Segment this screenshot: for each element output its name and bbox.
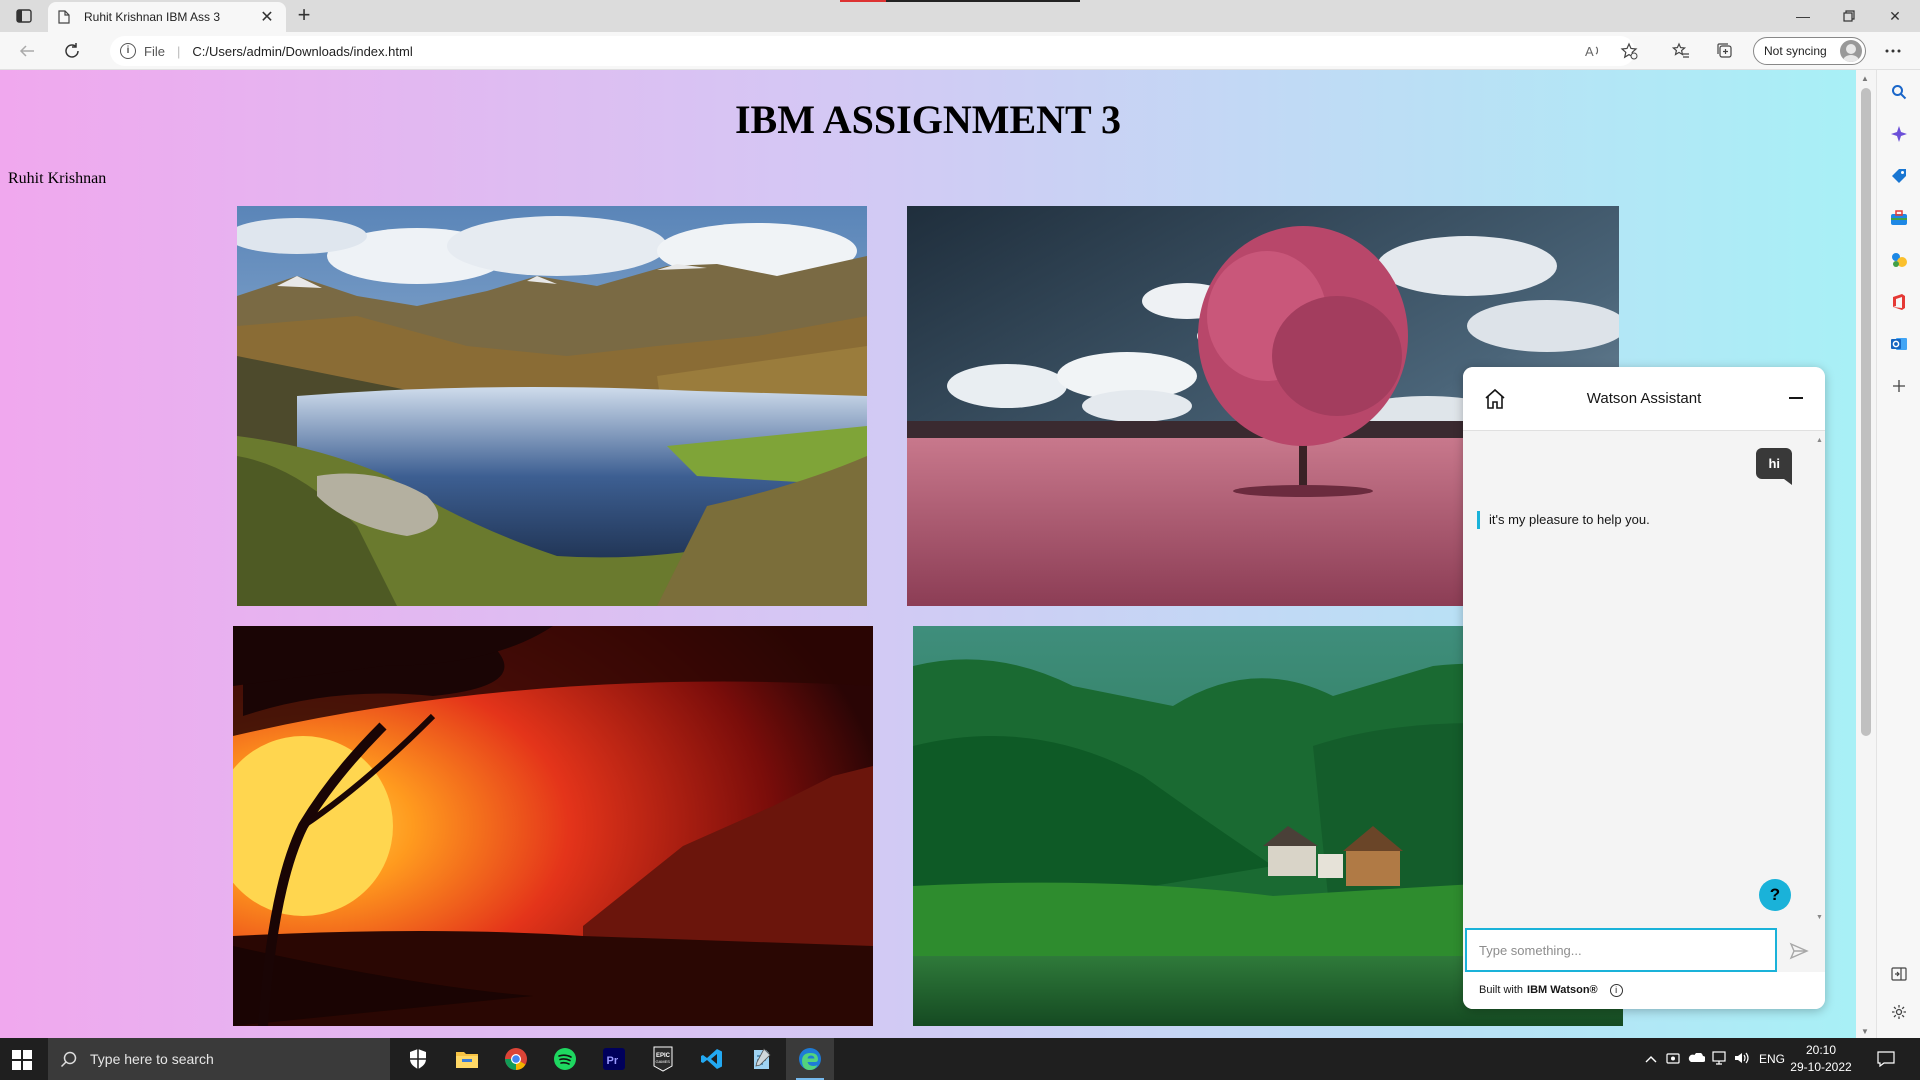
- chrome-icon[interactable]: [492, 1038, 540, 1080]
- author-name: Ruhit Krishnan: [8, 170, 107, 187]
- tab-actions-icon[interactable]: [10, 6, 38, 26]
- chat-title: Watson Assistant: [1586, 390, 1702, 407]
- mountain-lake-image: [237, 206, 867, 606]
- vscode-icon[interactable]: [688, 1038, 736, 1080]
- address-separator: |: [176, 43, 181, 59]
- spotify-icon[interactable]: [541, 1038, 589, 1080]
- back-button[interactable]: [12, 36, 42, 66]
- search-icon: [60, 1051, 77, 1068]
- close-tab-icon[interactable]: ✕: [258, 7, 276, 27]
- address-url: C:/Users/admin/Downloads/index.html: [192, 43, 413, 59]
- outlook-icon[interactable]: [1887, 332, 1911, 356]
- send-icon[interactable]: [1789, 941, 1809, 961]
- svg-text:Pr: Pr: [607, 1055, 619, 1067]
- close-window-icon[interactable]: ✕: [1872, 0, 1918, 32]
- clock-date: 29-10-2022: [1790, 1060, 1852, 1074]
- taskbar-search-box[interactable]: Type here to search: [48, 1038, 390, 1080]
- chat-scroll-down-icon[interactable]: ▼: [1816, 914, 1823, 921]
- taskbar: Type here to search Pr EPIC GAMES ENG 20…: [0, 1038, 1920, 1080]
- user-message: hi: [1756, 448, 1792, 485]
- sync-label: Not syncing: [1764, 44, 1827, 58]
- avatar: [1840, 40, 1862, 62]
- shopping-icon[interactable]: [1887, 164, 1911, 188]
- epic-games-icon[interactable]: EPIC GAMES: [639, 1038, 687, 1080]
- notepad-icon[interactable]: [737, 1038, 785, 1080]
- restore-window-icon[interactable]: [1826, 0, 1872, 32]
- security-icon[interactable]: [394, 1038, 442, 1080]
- profile-sync-button[interactable]: Not syncing: [1753, 37, 1866, 65]
- meet-now-icon[interactable]: [1662, 1051, 1684, 1068]
- page-scrollbar[interactable]: ▲ ▼: [1856, 70, 1876, 1038]
- scroll-up-arrow-icon[interactable]: ▲: [1861, 74, 1869, 83]
- svg-text:GAMES: GAMES: [656, 1059, 671, 1064]
- network-icon[interactable]: [1708, 1050, 1730, 1068]
- edge-sidebar: [1876, 70, 1920, 1038]
- new-tab-button[interactable]: +: [292, 4, 316, 28]
- edge-icon[interactable]: [786, 1038, 834, 1080]
- chat-scroll-up-icon[interactable]: ▲: [1816, 437, 1823, 444]
- windows-start-icon[interactable]: [12, 1050, 32, 1070]
- discover-icon[interactable]: [1887, 122, 1911, 146]
- chat-input-field[interactable]: [1465, 928, 1777, 972]
- scroll-down-arrow-icon[interactable]: ▼: [1861, 1027, 1869, 1036]
- hide-sidebar-icon[interactable]: [1887, 962, 1911, 986]
- favorites-icon[interactable]: [1666, 36, 1696, 66]
- notifications-icon[interactable]: [1864, 1038, 1908, 1080]
- browser-toolbar: i File | C:/Users/admin/Downloads/index.…: [0, 32, 1920, 70]
- address-bar[interactable]: i File | C:/Users/admin/Downloads/index.…: [110, 36, 1635, 66]
- add-favorite-icon[interactable]: [1614, 36, 1644, 66]
- page-title: IBM ASSIGNMENT 3: [734, 97, 1121, 142]
- collections-icon[interactable]: [1710, 36, 1740, 66]
- volume-icon[interactable]: [1730, 1051, 1754, 1068]
- more-options-icon[interactable]: [1878, 36, 1908, 66]
- address-prefix: File: [144, 43, 165, 59]
- scrollbar-thumb[interactable]: [1861, 88, 1871, 736]
- chat-messages: hi it's my pleasure to help you. ▲ ▼: [1463, 431, 1825, 925]
- site-info-icon[interactable]: i: [120, 43, 136, 59]
- minimize-chat-icon[interactable]: [1789, 397, 1803, 399]
- games-icon[interactable]: [1887, 248, 1911, 272]
- svg-text:A: A: [1585, 44, 1594, 59]
- chat-scrollbar[interactable]: ▲ ▼: [1816, 437, 1823, 921]
- refresh-button[interactable]: [57, 36, 87, 66]
- settings-gear-icon[interactable]: [1887, 1000, 1911, 1024]
- add-sidebar-icon[interactable]: [1887, 374, 1911, 398]
- clock-time: 20:10: [1805, 1043, 1837, 1057]
- tab-bar: Ruhit Krishnan IBM Ass 3 ✕ + — ✕: [0, 0, 1920, 32]
- footer-brand: IBM Watson®: [1527, 984, 1598, 996]
- info-icon[interactable]: i: [1609, 984, 1623, 997]
- minimize-window-icon[interactable]: —: [1780, 0, 1826, 32]
- loading-indicator: [840, 0, 1080, 2]
- tools-icon[interactable]: [1887, 206, 1911, 230]
- taskbar-clock[interactable]: 20:10 29-10-2022: [1786, 1042, 1856, 1076]
- bot-message: it's my pleasure to help you.: [1477, 511, 1650, 529]
- watson-chat-widget: Watson Assistant hi it's my pleasure to …: [1463, 367, 1825, 1009]
- show-hidden-icons-icon[interactable]: [1640, 1052, 1662, 1066]
- sunset-tree-image: [233, 626, 873, 1026]
- chat-text-input[interactable]: [1479, 943, 1763, 958]
- footer-prefix: Built with: [1479, 984, 1524, 996]
- chat-header: Watson Assistant: [1463, 367, 1825, 431]
- chat-footer: Built with IBM Watson® i: [1463, 972, 1825, 1009]
- language-indicator[interactable]: ENG: [1754, 1052, 1790, 1066]
- browser-tab[interactable]: Ruhit Krishnan IBM Ass 3 ✕: [48, 2, 286, 32]
- taskbar-search-placeholder: Type here to search: [90, 1051, 214, 1067]
- premiere-pro-icon[interactable]: Pr: [590, 1038, 638, 1080]
- onedrive-icon[interactable]: [1684, 1052, 1708, 1066]
- office-icon[interactable]: [1887, 290, 1911, 314]
- system-tray: ENG: [1640, 1038, 1790, 1080]
- document-icon: [58, 10, 70, 24]
- tab-title: Ruhit Krishnan IBM Ass 3: [84, 10, 221, 24]
- help-button[interactable]: ?: [1759, 879, 1791, 911]
- search-icon[interactable]: [1887, 80, 1911, 104]
- file-explorer-icon[interactable]: [443, 1038, 491, 1080]
- read-aloud-icon[interactable]: A: [1578, 36, 1608, 66]
